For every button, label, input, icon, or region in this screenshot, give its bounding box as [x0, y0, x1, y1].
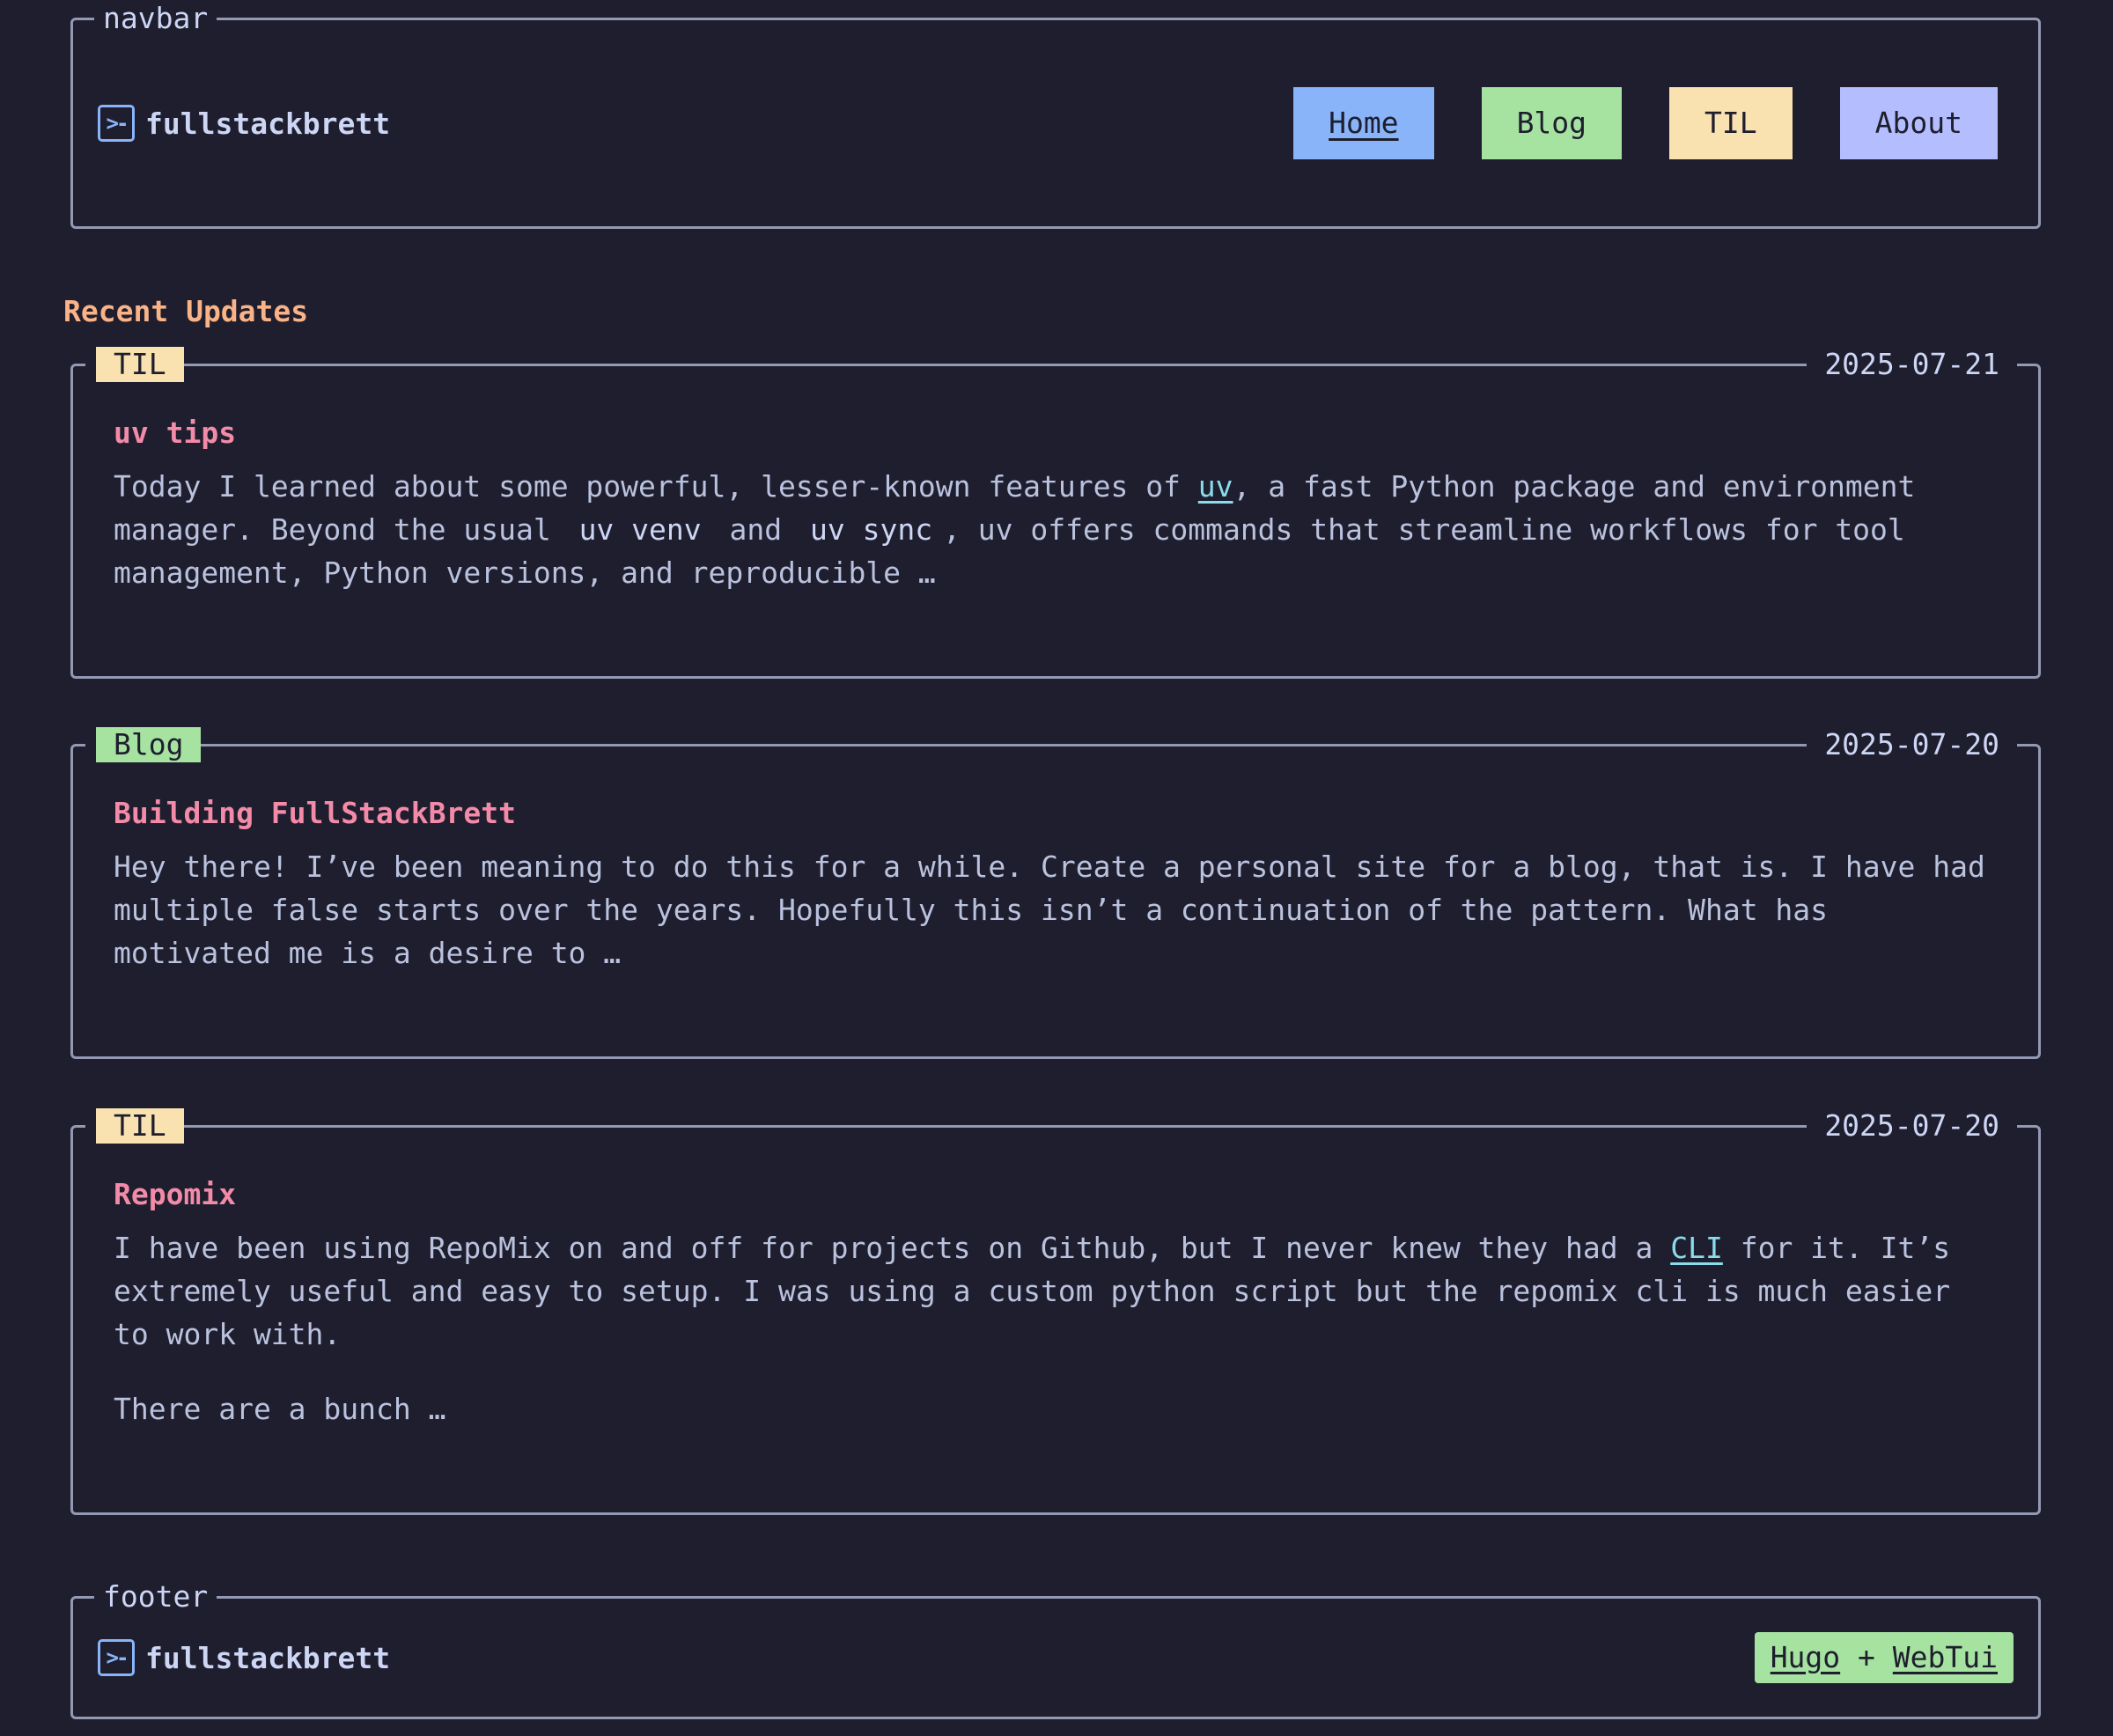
nav-home-button[interactable]: Home	[1293, 87, 1434, 159]
post-tag: Blog	[96, 727, 202, 762]
inline-code: uv sync	[809, 512, 933, 547]
uv-link[interactable]: uv	[1198, 469, 1233, 504]
inline-code: uv venv	[578, 512, 702, 547]
terminal-prompt-icon: >-	[98, 1639, 135, 1676]
post-summary: Hey there! I’ve been meaning to do this …	[114, 845, 1998, 975]
summary-text: Hey there! I’ve been meaning to do this …	[114, 850, 1985, 970]
summary-text: Today I learned about some powerful, les…	[114, 469, 1198, 504]
credits-separator: +	[1840, 1640, 1893, 1674]
footer-legend: footer	[94, 1579, 217, 1615]
post-summary: I have been using RepoMix on and off for…	[114, 1226, 1998, 1431]
border-gap	[85, 347, 96, 382]
post-title-link[interactable]: Repomix	[114, 1175, 236, 1214]
brand-link[interactable]: >- fullstackbrett	[98, 105, 390, 142]
post-tag: TIL	[96, 1108, 184, 1144]
section-heading: Recent Updates	[63, 294, 309, 328]
nav-about-button[interactable]: About	[1839, 87, 1998, 159]
nav-til-button[interactable]: TIL	[1669, 87, 1793, 159]
webtui-link[interactable]: WebTui	[1893, 1640, 1998, 1674]
credits-badge: Hugo + WebTui	[1754, 1632, 2014, 1683]
post-card: TIL 2025-07-21 uv tips Today I learned a…	[70, 347, 2041, 679]
navbar-legend: navbar	[94, 1, 217, 36]
terminal-prompt-icon: >-	[98, 105, 135, 142]
post-title-link[interactable]: uv tips	[114, 414, 236, 452]
border-gap	[85, 727, 96, 762]
brand-name: fullstackbrett	[145, 106, 391, 141]
post-date: 2025-07-20	[1807, 727, 2017, 762]
navbar: navbar >- fullstackbrett Home Blog TIL A…	[70, 1, 2041, 229]
summary-text: There are a bunch …	[114, 1392, 446, 1426]
post-card: TIL 2025-07-20 Repomix I have been using…	[70, 1108, 2041, 1515]
brand-name: fullstackbrett	[145, 1640, 391, 1675]
nav-links: Home Blog TIL About	[1293, 87, 1998, 159]
post-date: 2025-07-20	[1807, 1108, 2017, 1144]
footer: footer >- fullstackbrett Hugo + WebTui	[70, 1579, 2041, 1719]
footer-brand-link[interactable]: >- fullstackbrett	[98, 1639, 390, 1676]
post-title-link[interactable]: Building FullStackBrett	[114, 794, 516, 833]
post-date: 2025-07-21	[1807, 347, 2017, 382]
cli-link[interactable]: CLI	[1670, 1231, 1723, 1265]
nav-blog-button[interactable]: Blog	[1481, 87, 1623, 159]
summary-text: and	[711, 512, 799, 547]
hugo-link[interactable]: Hugo	[1771, 1640, 1840, 1674]
post-summary: Today I learned about some powerful, les…	[114, 465, 1998, 594]
summary-text: I have been using RepoMix on and off for…	[114, 1231, 1671, 1265]
post-tag: TIL	[96, 347, 184, 382]
post-card: Blog 2025-07-20 Building FullStackBrett …	[70, 727, 2041, 1059]
border-gap	[85, 1108, 96, 1144]
